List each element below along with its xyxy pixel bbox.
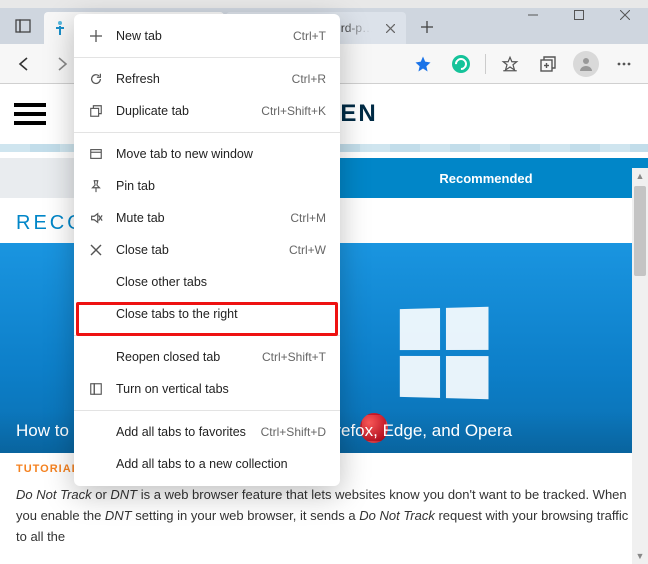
menu-label: Add all tabs to favorites — [116, 425, 249, 439]
menu-label: Duplicate tab — [116, 104, 249, 118]
article-excerpt: Do Not Track or DNT is a web browser fea… — [0, 481, 648, 559]
blank-icon — [88, 424, 104, 440]
menu-shortcut: Ctrl+T — [293, 29, 326, 43]
favorites-button[interactable] — [494, 48, 526, 80]
menu-item-turn-on-vertical-tabs[interactable]: Turn on vertical tabs — [74, 373, 340, 405]
profile-button[interactable] — [570, 48, 602, 80]
menu-label: Close tab — [116, 243, 277, 257]
menu-item-close-tab[interactable]: Close tab Ctrl+W — [74, 234, 340, 266]
menu-label: Close tabs to the right — [116, 307, 326, 321]
menu-item-add-all-tabs-to-favorites[interactable]: Add all tabs to favorites Ctrl+Shift+D — [74, 416, 340, 448]
windows-logo-icon — [400, 307, 489, 399]
refresh-icon — [88, 71, 104, 87]
favorites-star-icon[interactable] — [407, 48, 439, 80]
menu-item-new-tab[interactable]: New tab Ctrl+T — [74, 20, 340, 52]
article-category[interactable]: TUTORIAL — [16, 463, 79, 475]
tab-context-menu: New tab Ctrl+T Refresh Ctrl+R Duplicate tab C… — [74, 14, 340, 486]
new-tab-button[interactable] — [412, 12, 442, 42]
blank-icon — [88, 274, 104, 290]
duplicate-icon — [88, 103, 104, 119]
vertical-scrollbar[interactable]: ▲ ▼ — [632, 168, 648, 564]
menu-button[interactable] — [608, 48, 640, 80]
back-button[interactable] — [8, 48, 40, 80]
menu-label: New tab — [116, 29, 281, 43]
menu-separator — [74, 57, 340, 58]
close-icon — [88, 242, 104, 258]
mute-icon — [88, 210, 104, 226]
menu-label: Reopen closed tab — [116, 350, 250, 364]
hamburger-menu-icon[interactable] — [14, 98, 46, 130]
menu-shortcut: Ctrl+R — [292, 72, 326, 86]
menu-label: Pin tab — [116, 179, 326, 193]
window-close-button[interactable] — [602, 0, 648, 30]
window-icon — [88, 146, 104, 162]
plus-icon — [88, 28, 104, 44]
favicon-icon — [52, 20, 68, 36]
menu-item-move-tab-to-new-window[interactable]: Move tab to new window — [74, 138, 340, 170]
menu-label: Move tab to new window — [116, 147, 326, 161]
menu-item-close-other-tabs[interactable]: Close other tabs — [74, 266, 340, 298]
menu-shortcut: Ctrl+Shift+K — [261, 104, 326, 118]
scroll-up-arrow[interactable]: ▲ — [632, 168, 648, 184]
menu-separator — [74, 335, 340, 336]
menu-separator — [74, 410, 340, 411]
menu-item-refresh[interactable]: Refresh Ctrl+R — [74, 63, 340, 95]
menu-label: Close other tabs — [116, 275, 326, 289]
menu-item-add-all-tabs-to-a-new-collection[interactable]: Add all tabs to a new collection — [74, 448, 340, 480]
scrollbar-thumb[interactable] — [634, 186, 646, 276]
collections-button[interactable] — [532, 48, 564, 80]
menu-label: Refresh — [116, 72, 280, 86]
menu-shortcut: Ctrl+Shift+T — [262, 350, 326, 364]
menu-label: Turn on vertical tabs — [116, 382, 326, 396]
menu-item-mute-tab[interactable]: Mute tab Ctrl+M — [74, 202, 340, 234]
blank-icon — [88, 456, 104, 472]
tab-close-button[interactable] — [382, 20, 398, 36]
blank-icon — [88, 349, 104, 365]
menu-label: Add all tabs to a new collection — [116, 457, 326, 471]
menu-shortcut: Ctrl+W — [289, 243, 326, 257]
menu-shortcut: Ctrl+Shift+D — [261, 425, 326, 439]
menu-item-duplicate-tab[interactable]: Duplicate tab Ctrl+Shift+K — [74, 95, 340, 127]
menu-separator — [74, 132, 340, 133]
menu-item-close-tabs-to-the-right[interactable]: Close tabs to the right — [74, 298, 340, 330]
scroll-down-arrow[interactable]: ▼ — [632, 548, 648, 564]
menu-shortcut: Ctrl+M — [290, 211, 326, 225]
content-tab-recommended[interactable]: Recommended — [324, 158, 648, 198]
menu-item-reopen-closed-tab[interactable]: Reopen closed tab Ctrl+Shift+T — [74, 341, 340, 373]
vertical-tabs-icon — [88, 381, 104, 397]
menu-label: Mute tab — [116, 211, 278, 225]
blank-icon — [88, 306, 104, 322]
tab-actions-button[interactable] — [6, 11, 40, 41]
grammarly-extension-icon[interactable] — [445, 48, 477, 80]
window-minimize-button[interactable] — [510, 0, 556, 30]
menu-item-pin-tab[interactable]: Pin tab — [74, 170, 340, 202]
pin-icon — [88, 178, 104, 194]
window-maximize-button[interactable] — [556, 0, 602, 30]
